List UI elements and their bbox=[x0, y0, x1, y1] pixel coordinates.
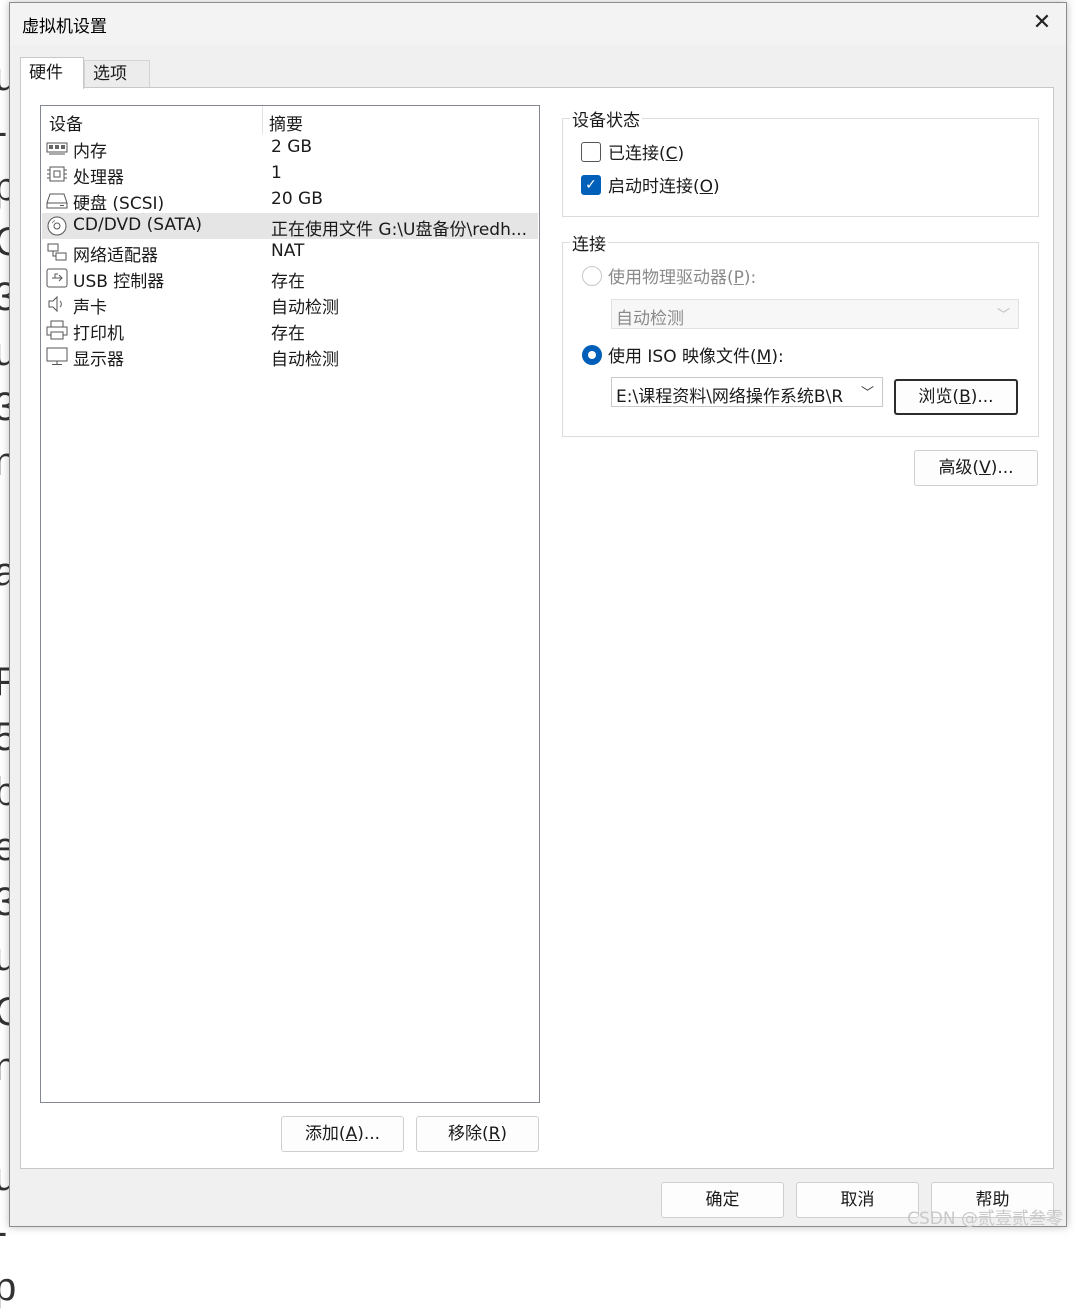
iso-image-label: 使用 ISO 映像文件(M): bbox=[608, 347, 784, 367]
watermark: CSDN @贰壹贰叁零 bbox=[907, 1209, 1063, 1229]
device-row-memory[interactable]: 内存 2 GB bbox=[42, 135, 538, 162]
iso-image-radio[interactable] bbox=[582, 345, 602, 365]
chevron-down-icon: ﹀ bbox=[860, 386, 874, 401]
add-button[interactable]: 添加(A)... bbox=[281, 1116, 404, 1152]
ok-button[interactable]: 确定 bbox=[661, 1182, 784, 1218]
device-summary: NAT bbox=[271, 241, 305, 261]
close-icon[interactable]: ✕ bbox=[1018, 3, 1066, 45]
cd-dvd-icon bbox=[47, 216, 67, 236]
physical-drive-value: 自动检测 bbox=[616, 309, 684, 329]
processor-icon bbox=[47, 166, 67, 182]
printer-icon bbox=[46, 320, 68, 340]
device-name: 网络适配器 bbox=[73, 246, 158, 266]
device-summary: 存在 bbox=[271, 272, 305, 292]
device-list-header: 设备 摘要 bbox=[41, 106, 539, 135]
column-separator[interactable] bbox=[262, 106, 263, 134]
device-summary: 自动检测 bbox=[271, 350, 339, 370]
device-row-processor[interactable]: 处理器 1 bbox=[42, 161, 538, 188]
sound-card-icon bbox=[48, 295, 62, 313]
cancel-button[interactable]: 取消 bbox=[796, 1182, 919, 1218]
device-row-cd-dvd[interactable]: CD/DVD (SATA) 正在使用文件 G:\U盘备份\redh... bbox=[42, 213, 538, 240]
harddisk-icon bbox=[46, 193, 68, 209]
device-row-printer[interactable]: 打印机 存在 bbox=[42, 317, 538, 344]
connect-at-power-on-label: 启动时连接(O) bbox=[608, 177, 720, 197]
physical-drive-radio[interactable] bbox=[582, 266, 602, 286]
device-status-title: 设备状态 bbox=[570, 106, 642, 131]
remove-button[interactable]: 移除(R) bbox=[416, 1116, 539, 1152]
memory-icon bbox=[46, 142, 68, 155]
iso-path-value: E:\课程资料\网络操作系统B\R bbox=[616, 387, 844, 407]
device-row-harddisk[interactable]: 硬盘 (SCSI) 20 GB bbox=[42, 187, 538, 214]
tab-hardware[interactable]: 硬件 bbox=[20, 57, 84, 89]
chevron-down-icon: ﹀ bbox=[996, 308, 1010, 323]
device-summary: 2 GB bbox=[271, 137, 313, 157]
device-row-usb-controller[interactable]: USB 控制器 存在 bbox=[42, 265, 538, 292]
browse-button[interactable]: 浏览(B)... bbox=[894, 379, 1018, 415]
device-row-sound-card[interactable]: 声卡 自动检测 bbox=[42, 291, 538, 318]
usb-icon bbox=[46, 268, 68, 288]
title-bar: 虚拟机设置 ✕ bbox=[10, 3, 1066, 45]
connection-title: 连接 bbox=[570, 230, 608, 255]
device-name: 处理器 bbox=[73, 168, 124, 188]
column-header-summary[interactable]: 摘要 bbox=[269, 110, 303, 135]
connected-checkbox[interactable] bbox=[581, 142, 601, 162]
connected-label: 已连接(C) bbox=[608, 144, 685, 164]
device-name: 显示器 bbox=[73, 350, 124, 370]
check-icon: ✓ bbox=[585, 177, 597, 193]
device-status-group bbox=[562, 118, 1039, 217]
device-name: 内存 bbox=[73, 142, 107, 162]
device-summary: 正在使用文件 G:\U盘备份\redh... bbox=[271, 220, 528, 240]
device-name: 硬盘 (SCSI) bbox=[73, 194, 165, 214]
physical-drive-label: 使用物理驱动器(P): bbox=[608, 268, 757, 288]
display-icon bbox=[46, 347, 68, 365]
device-name: USB 控制器 bbox=[73, 272, 165, 292]
hardware-panel: 设备 摘要 内存 2 GB 处理器 1 硬盘 (SCSI) 20 GB CD/D… bbox=[20, 87, 1054, 1169]
device-list: 设备 摘要 内存 2 GB 处理器 1 硬盘 (SCSI) 20 GB CD/D… bbox=[40, 105, 540, 1103]
device-summary: 自动检测 bbox=[271, 298, 339, 318]
device-summary: 1 bbox=[271, 163, 282, 183]
advanced-button[interactable]: 高级(V)... bbox=[914, 450, 1038, 486]
connect-at-power-on-checkbox[interactable]: ✓ bbox=[581, 175, 601, 195]
device-name: 声卡 bbox=[73, 298, 107, 318]
device-name: CD/DVD (SATA) bbox=[73, 215, 202, 235]
device-summary: 20 GB bbox=[271, 189, 323, 209]
device-row-display[interactable]: 显示器 自动检测 bbox=[42, 343, 538, 370]
window-title: 虚拟机设置 bbox=[22, 17, 107, 37]
iso-path-combobox[interactable]: E:\课程资料\网络操作系统B\R ﹀ bbox=[611, 377, 883, 407]
device-row-network-adapter[interactable]: 网络适配器 NAT bbox=[42, 239, 538, 266]
vm-settings-dialog: 虚拟机设置 ✕ 硬件 选项 设备 摘要 内存 2 GB 处理器 1 硬盘 (SC… bbox=[9, 2, 1067, 1227]
network-adapter-icon bbox=[47, 243, 67, 261]
device-name: 打印机 bbox=[73, 324, 124, 344]
physical-drive-select[interactable]: 自动检测 ﹀ bbox=[611, 299, 1019, 329]
device-summary: 存在 bbox=[271, 324, 305, 344]
tab-options[interactable]: 选项 bbox=[84, 60, 150, 87]
column-header-device[interactable]: 设备 bbox=[49, 110, 83, 135]
